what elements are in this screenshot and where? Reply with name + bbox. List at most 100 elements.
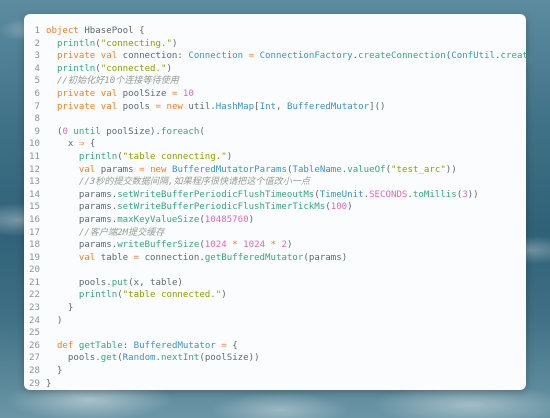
line-number: 25 — [29, 328, 40, 339]
code-token: private val — [56, 88, 118, 99]
code-block[interactable]: 1 object HbasePool {2 println("connecting… — [24, 25, 526, 390]
line-number: 22 — [29, 290, 40, 301]
line-text: private val poolSize = 10 — [40, 88, 194, 101]
code-token: 1024 — [243, 240, 266, 251]
line-number: 18 — [29, 240, 40, 251]
code-token: HbasePool { — [78, 26, 145, 36]
code-token: valueOf — [347, 164, 386, 175]
line-text: private val connection: Connection = Con… — [40, 50, 526, 63]
code-token: new — [166, 101, 183, 112]
code-token: TableName — [292, 164, 342, 175]
code-token: BufferedMutatorParams — [172, 164, 287, 175]
code-line: 20 — [24, 264, 526, 277]
line-text: //3秒的提交数据间隔,如果程序很快请把这个值改小一点 — [40, 176, 310, 189]
code-token: ) — [347, 202, 353, 213]
code-token: println — [78, 151, 118, 162]
line-number: 9 — [34, 126, 40, 137]
code-token: , — [276, 101, 287, 112]
line-text — [40, 113, 46, 126]
code-token: "table connecting." — [122, 151, 227, 162]
line-number: 11 — [29, 151, 40, 162]
code-token: println — [56, 63, 96, 74]
code-line: 22 println("table connected.") — [24, 289, 526, 302]
code-token: 100 — [330, 202, 348, 213]
line-text: } — [40, 302, 73, 315]
code-token: println — [78, 290, 118, 301]
code-token: (x, table) — [128, 277, 183, 288]
code-token: pools. — [46, 353, 101, 364]
line-number: 27 — [29, 353, 40, 364]
code-token: val — [78, 252, 96, 263]
code-token: "test_arc" — [391, 164, 446, 175]
code-token: "connecting." — [100, 38, 172, 49]
code-token: ( — [199, 126, 205, 137]
code-token: createConnection — [358, 51, 446, 62]
code-token: maxKeyValueSize — [117, 214, 200, 225]
code-token: 10 — [182, 88, 194, 99]
code-line: 13 //3秒的提交数据间隔,如果程序很快请把这个值改小一点 — [24, 176, 526, 189]
line-text — [40, 264, 46, 277]
line-text: println("table connected.") — [40, 289, 227, 302]
code-token: def — [56, 340, 74, 351]
code-token: new — [150, 164, 167, 175]
line-number: 28 — [29, 366, 40, 377]
code-token: Int — [259, 101, 277, 112]
line-text: } — [40, 365, 63, 378]
line-text: params.setWriteBufferPeriodicFlushTimerT… — [40, 201, 353, 214]
code-token: put — [111, 277, 129, 288]
line-number: 10 — [29, 139, 40, 150]
code-token: BufferedMutator — [133, 340, 216, 351]
code-token: //客户端2M提交缓存 — [78, 227, 165, 238]
code-line: 12 val params = new BufferedMutatorParam… — [24, 164, 526, 177]
line-number: 21 — [29, 277, 40, 288]
code-line: 23 } — [24, 302, 526, 315]
code-token: util. — [182, 101, 216, 112]
code-token: params. — [46, 214, 118, 225]
code-line: 7 private val pools = new util.HashMap[I… — [24, 101, 526, 114]
code-token: ) — [166, 63, 172, 74]
code-token: connection. — [139, 252, 205, 263]
line-number: 23 — [29, 303, 40, 314]
code-token: params. — [46, 240, 118, 251]
line-text: //客户端2M提交缓存 — [40, 227, 165, 240]
code-token: println — [56, 38, 96, 49]
line-text: val params = new BufferedMutatorParams(T… — [40, 164, 457, 177]
code-token: SECONDS — [369, 189, 408, 200]
line-number: 13 — [29, 177, 40, 188]
line-text: //初始化好10个连接等待使用 — [40, 75, 179, 88]
code-token: pools. — [46, 277, 112, 288]
code-token: Connection — [188, 51, 244, 62]
code-token: object — [46, 26, 79, 36]
line-text — [40, 327, 46, 340]
line-text: println("connecting.") — [40, 38, 177, 51]
code-token: nextInt — [161, 353, 200, 364]
code-line: 10 x ⇒ { — [24, 138, 526, 151]
code-token: { — [226, 340, 238, 351]
line-number: 2 — [34, 38, 40, 49]
code-token: poolSize — [117, 88, 172, 99]
code-line: 28 } — [24, 365, 526, 378]
code-token: "table connected." — [122, 290, 222, 301]
code-token: ]() — [369, 101, 386, 112]
code-token: pools — [117, 101, 156, 112]
code-line: 19 val table = connection.getBufferedMut… — [24, 252, 526, 265]
code-line: 26 def getTable: BufferedMutator = { — [24, 340, 526, 353]
line-text: pools.put(x, table) — [40, 277, 183, 290]
code-line: 8 — [24, 113, 526, 126]
code-token: ConfUtil — [451, 51, 496, 62]
line-text: x ⇒ { — [40, 138, 95, 151]
code-token: ) — [287, 240, 293, 251]
line-text: object HbasePool { — [40, 25, 145, 38]
line-number: 24 — [29, 315, 40, 326]
code-token: table — [95, 252, 134, 263]
code-token: val — [78, 164, 96, 175]
line-number: 19 — [29, 252, 40, 263]
code-token: createConf — [500, 51, 526, 62]
code-token: //3秒的提交数据间隔,如果程序很快请把这个值改小一点 — [78, 177, 310, 188]
code-token: "connected." — [100, 63, 167, 74]
